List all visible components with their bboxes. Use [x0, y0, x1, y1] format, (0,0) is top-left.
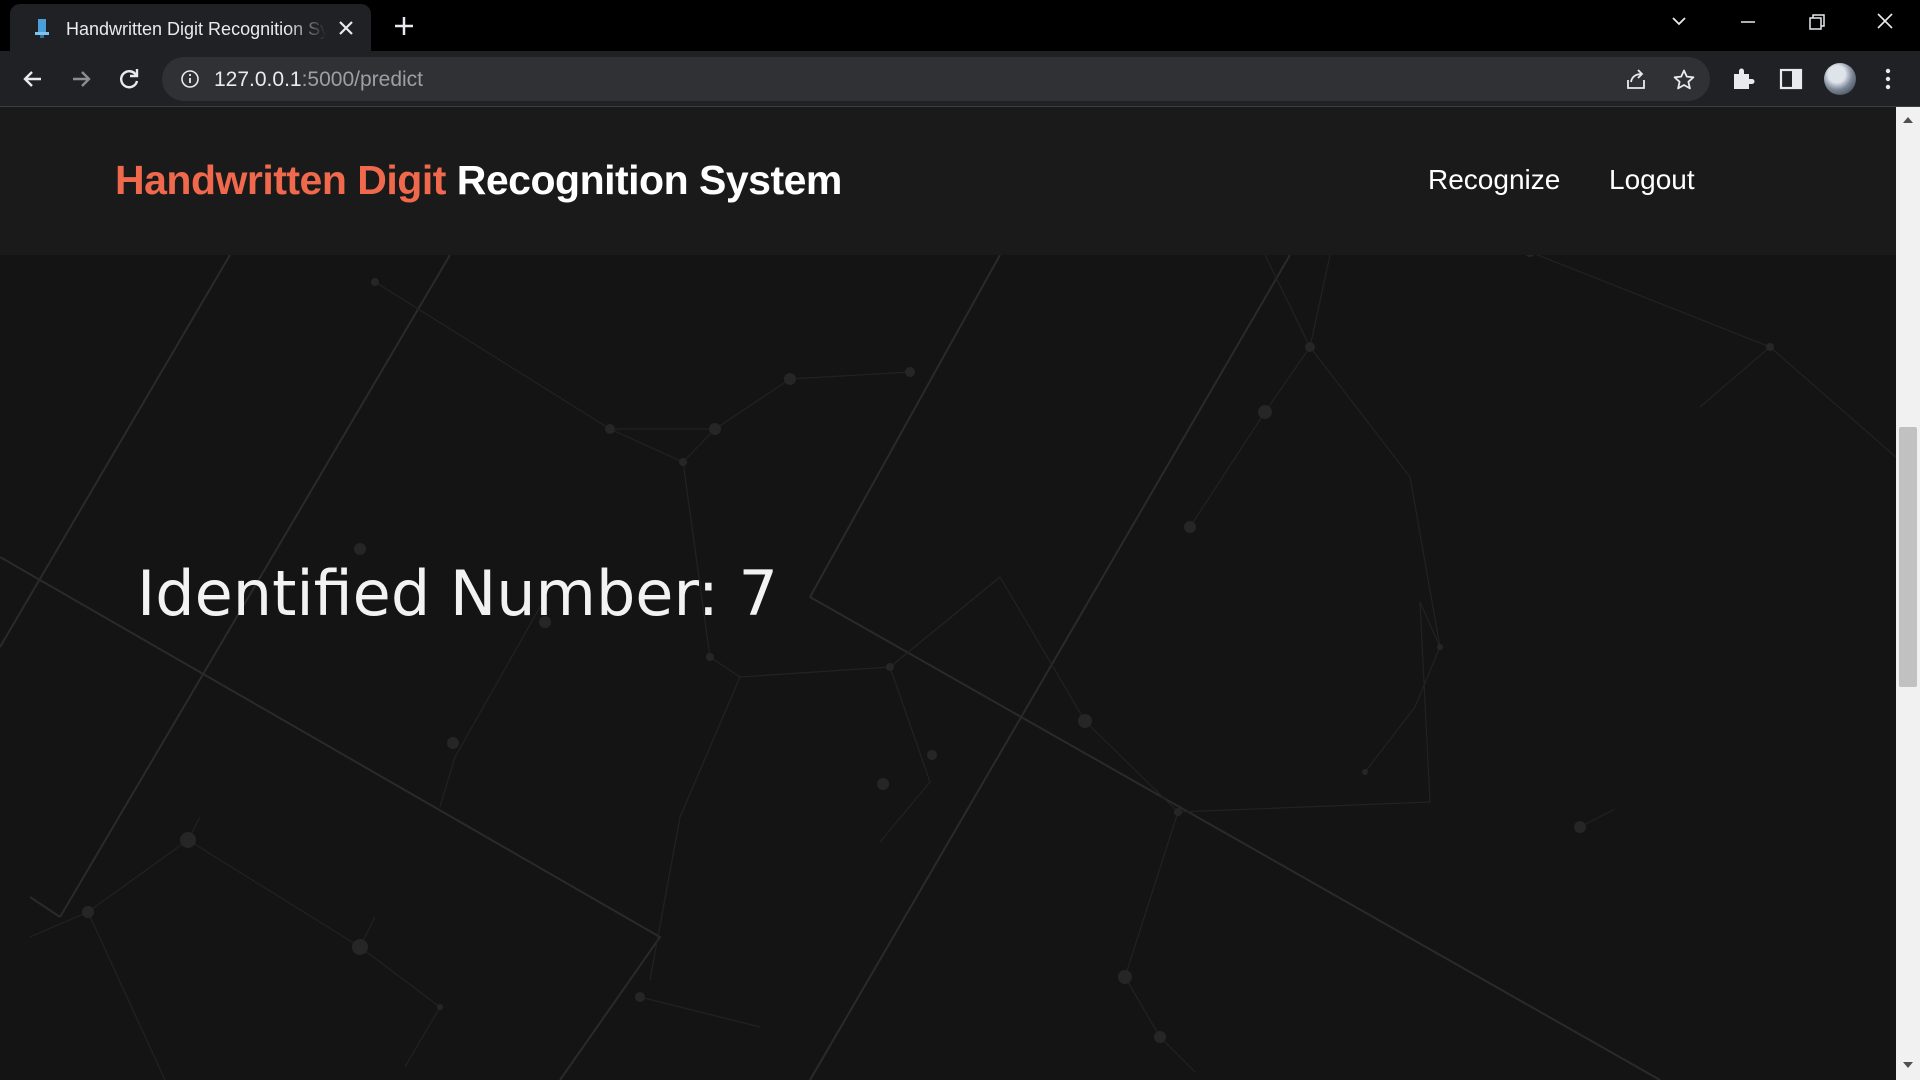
site-header: Handwritten Digit Recognition System Rec… — [0, 107, 1896, 255]
back-arrow-icon[interactable] — [19, 65, 47, 93]
page-scrollbar[interactable] — [1896, 107, 1920, 1080]
url-text[interactable]: 127.0.0.1:5000/predict — [214, 68, 423, 92]
nav-logout-link[interactable]: Logout — [1609, 163, 1695, 197]
url-path: :5000/predict — [301, 68, 424, 91]
scroll-down-arrow-icon[interactable] — [1902, 1060, 1914, 1070]
tab-title: Handwritten Digit Recognition System — [66, 19, 326, 39]
scroll-up-arrow-icon[interactable] — [1902, 115, 1914, 125]
new-tab-icon[interactable] — [391, 13, 417, 39]
address-bar[interactable]: 127.0.0.1:5000/predict — [162, 57, 1710, 101]
forward-arrow-icon[interactable] — [67, 65, 95, 93]
browser-toolbar: 127.0.0.1:5000/predict — [0, 51, 1920, 107]
minimize-icon[interactable] — [1733, 10, 1763, 34]
brand-accent-text: Handwritten Digit — [115, 157, 446, 203]
share-icon[interactable] — [1624, 68, 1648, 92]
page-favicon-icon — [35, 19, 49, 38]
bookmark-star-icon[interactable] — [1672, 68, 1696, 92]
scrollbar-thumb[interactable] — [1899, 427, 1917, 687]
browser-tab-strip: Handwritten Digit Recognition System — [0, 0, 1920, 51]
tab-search-icon[interactable] — [1664, 10, 1694, 34]
close-tab-icon[interactable] — [336, 18, 356, 38]
reload-icon[interactable] — [115, 65, 143, 93]
side-panel-icon[interactable] — [1777, 65, 1805, 93]
close-window-icon[interactable] — [1870, 10, 1900, 34]
prediction-result-text: Identified Number: 7 — [137, 557, 778, 630]
restore-icon[interactable] — [1801, 10, 1831, 34]
nav-recognize-link[interactable]: Recognize — [1428, 163, 1560, 197]
site-info-icon[interactable] — [180, 69, 200, 89]
more-menu-icon[interactable] — [1874, 65, 1902, 93]
page-viewport: Handwritten Digit Recognition System Rec… — [0, 107, 1896, 1080]
profile-avatar[interactable] — [1824, 63, 1856, 95]
brand-rest-text: Recognition System — [445, 157, 843, 203]
url-host: 127.0.0.1 — [214, 68, 302, 91]
extensions-puzzle-icon[interactable] — [1729, 65, 1757, 93]
site-brand-title[interactable]: Handwritten Digit Recognition System — [115, 155, 842, 205]
browser-tab[interactable]: Handwritten Digit Recognition System — [10, 4, 371, 51]
